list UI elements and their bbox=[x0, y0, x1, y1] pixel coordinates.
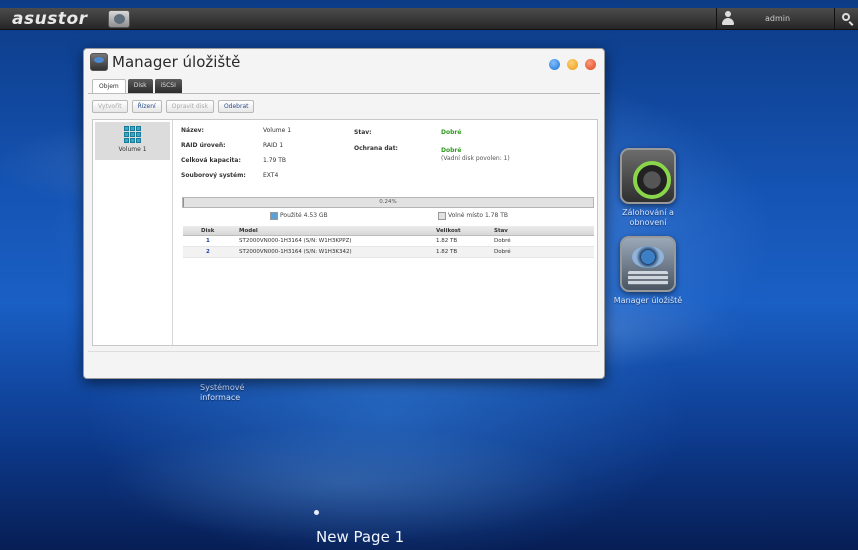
tab-iscsi[interactable]: iSCSI bbox=[154, 79, 182, 93]
tab-volume[interactable]: Objem bbox=[92, 79, 126, 93]
desktop-icon-storage-manager[interactable]: Manager úložiště bbox=[606, 236, 690, 306]
capacity-value: 1.79 TB bbox=[263, 157, 287, 164]
backup-icon bbox=[620, 148, 676, 204]
raid-label: RAID úroveň: bbox=[181, 142, 226, 149]
backup-label-1: Zálohování a bbox=[622, 208, 674, 217]
search-button[interactable] bbox=[834, 8, 858, 30]
status-label: Stav: bbox=[354, 129, 372, 136]
top-bar: asustor admin bbox=[0, 8, 858, 30]
protection-value: Dobré bbox=[441, 147, 462, 154]
used-swatch bbox=[270, 211, 278, 220]
capacity-label: Celková kapacita: bbox=[181, 157, 241, 164]
user-menu[interactable]: admin bbox=[716, 8, 832, 30]
legend-used: Použité 4.53 GB bbox=[270, 211, 328, 221]
volume-panel: Volume 1 Název: Volume 1 RAID úroveň: RA… bbox=[92, 119, 598, 346]
row-disk: 1 bbox=[206, 238, 210, 244]
tab-bar: Objem Disk iSCSI bbox=[92, 79, 184, 93]
row-model: ST2000VN000-1H3164 (S/N: W1H3KPPZ) bbox=[239, 238, 352, 244]
free-swatch bbox=[438, 211, 446, 220]
row-status: Dobré bbox=[494, 238, 511, 244]
col-disk: Disk bbox=[201, 228, 215, 234]
name-label: Název: bbox=[181, 127, 204, 134]
protection-note: (Vadní disk povolen: 1) bbox=[441, 155, 510, 162]
footer-divider bbox=[88, 351, 600, 352]
usage-percent: 0.24% bbox=[379, 199, 397, 205]
table-row[interactable]: 2 ST2000VN000-1H3164 (S/N: W1H3K342) 1.8… bbox=[183, 247, 594, 258]
row-size: 1.82 TB bbox=[436, 249, 458, 255]
volume-name: Volume 1 bbox=[118, 146, 147, 153]
close-icon[interactable] bbox=[585, 59, 596, 70]
backup-label-2: obnovení bbox=[629, 218, 667, 227]
asustor-logo: asustor bbox=[12, 9, 88, 29]
desktop-icon-backup[interactable]: Zálohování a obnovení bbox=[608, 148, 688, 228]
row-status: Dobré bbox=[494, 249, 511, 255]
volume-list: Volume 1 bbox=[93, 120, 173, 345]
create-button[interactable]: Vytvořit bbox=[92, 100, 128, 113]
row-disk: 2 bbox=[206, 249, 210, 255]
repair-disk-button[interactable]: Opravit disk bbox=[165, 100, 214, 113]
sysinfo-label-2: informace bbox=[200, 393, 241, 402]
home-icon[interactable] bbox=[108, 10, 130, 28]
filesystem-value: EXT4 bbox=[263, 172, 279, 179]
col-status: Stav bbox=[494, 228, 508, 234]
row-size: 1.82 TB bbox=[436, 238, 458, 244]
row-model: ST2000VN000-1H3164 (S/N: W1H3K342) bbox=[239, 249, 352, 255]
filesystem-label: Souborový systém: bbox=[181, 172, 246, 179]
protection-label: Ochrana dat: bbox=[354, 145, 398, 152]
storage-manager-label: Manager úložiště bbox=[613, 296, 683, 305]
remove-button[interactable]: Odebrat bbox=[217, 100, 255, 113]
disk-table: Disk Model Velikost Stav 1 ST2000VN000-1… bbox=[183, 226, 594, 258]
help-icon[interactable] bbox=[548, 59, 560, 70]
page-indicator-dot[interactable] bbox=[314, 510, 319, 515]
tab-disk[interactable]: Disk bbox=[127, 79, 153, 93]
storage-manager-window: Manager úložiště Objem Disk iSCSI Vytvoř… bbox=[83, 48, 605, 379]
minimize-icon[interactable] bbox=[566, 59, 578, 70]
used-label: Použité 4.53 GB bbox=[280, 212, 328, 219]
volume-list-item[interactable]: Volume 1 bbox=[95, 122, 170, 160]
volume-cube-icon bbox=[123, 126, 142, 144]
col-model: Model bbox=[239, 228, 258, 234]
sysinfo-label-1: Systémové bbox=[200, 383, 245, 392]
desktop-icon-system-info[interactable]: Systémové informace bbox=[200, 383, 244, 403]
name-value: Volume 1 bbox=[263, 127, 292, 134]
raid-value: RAID 1 bbox=[263, 142, 284, 149]
toolbar: Vytvořit Řízení Opravit disk Odebrat bbox=[92, 100, 258, 114]
window-controls bbox=[547, 55, 596, 74]
manage-button[interactable]: Řízení bbox=[131, 100, 162, 113]
search-icon bbox=[842, 13, 850, 21]
storage-manager-icon bbox=[620, 236, 676, 292]
user-icon bbox=[721, 11, 735, 26]
table-row[interactable]: 1 ST2000VN000-1H3164 (S/N: W1H3KPPZ) 1.8… bbox=[183, 236, 594, 247]
user-name: admin bbox=[765, 14, 791, 23]
storage-manager-icon bbox=[90, 53, 108, 71]
page-label: New Page 1 bbox=[316, 528, 405, 546]
status-value: Dobré bbox=[441, 129, 462, 136]
free-label: Volné místo 1.78 TB bbox=[448, 212, 508, 219]
legend-free: Volné místo 1.78 TB bbox=[438, 211, 508, 221]
tab-divider bbox=[88, 93, 600, 94]
col-size: Velikost bbox=[436, 228, 461, 234]
window-title: Manager úložiště bbox=[112, 53, 241, 71]
usage-bar: 0.24% bbox=[182, 197, 594, 208]
table-header: Disk Model Velikost Stav bbox=[183, 226, 594, 236]
